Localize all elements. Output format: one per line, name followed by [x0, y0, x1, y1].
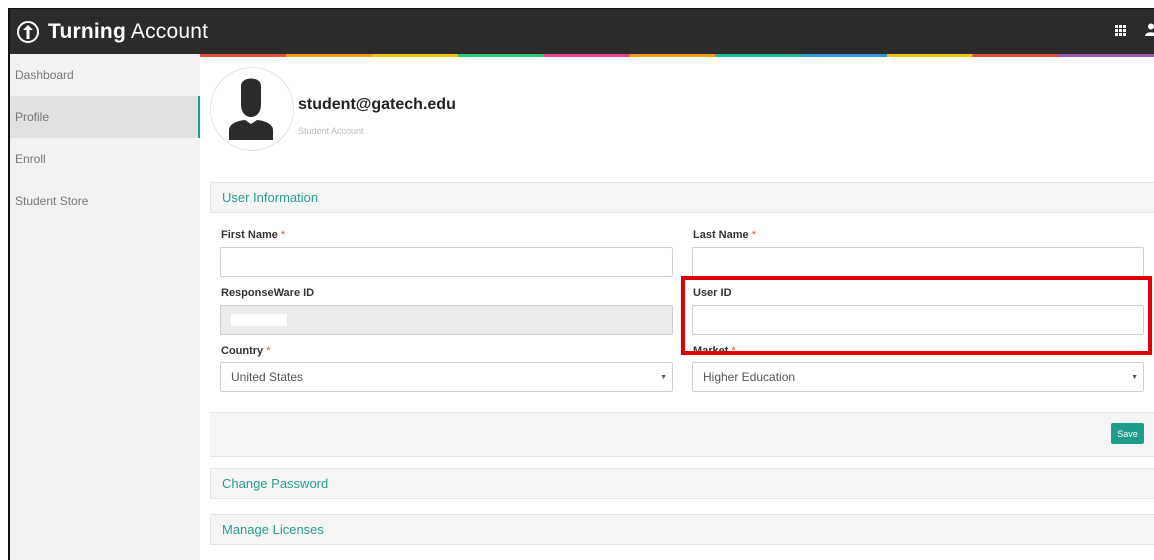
- chevron-down-icon: ▼: [660, 374, 667, 381]
- change-password-header[interactable]: Change Password: [210, 468, 1154, 499]
- section-title: Change Password: [222, 476, 329, 491]
- market-value: Higher Education: [703, 370, 796, 384]
- sidebar-item-label: Student Store: [15, 194, 89, 208]
- section-title: User Information: [222, 190, 319, 205]
- sidebar-item-dashboard[interactable]: Dashboard: [10, 54, 200, 96]
- profile-silhouette-icon: [229, 78, 273, 140]
- first-name-label: First Name *: [221, 229, 286, 241]
- country-select[interactable]: United States ▼: [220, 362, 673, 392]
- market-select[interactable]: Higher Education ▼: [692, 362, 1144, 392]
- section-title: Manage Licenses: [222, 522, 324, 537]
- app-window: Turning Account Dashboard Profile Enroll…: [8, 8, 1154, 560]
- responseware-id-label: ResponseWare ID: [221, 287, 315, 299]
- market-label: Market *: [693, 345, 736, 357]
- main-content: student@gatech.edu Student Account User …: [200, 57, 1154, 560]
- user-id-field[interactable]: [692, 305, 1144, 335]
- profile-email: student@gatech.edu: [298, 96, 456, 113]
- account-type: Student Account: [298, 126, 364, 136]
- chevron-down-icon: ▼: [1131, 374, 1138, 381]
- sidebar-item-enroll[interactable]: Enroll: [10, 138, 200, 180]
- avatar: [210, 67, 294, 151]
- turning-logo-icon[interactable]: [17, 20, 39, 43]
- save-button[interactable]: Save: [1111, 423, 1144, 444]
- last-name-field[interactable]: [692, 247, 1144, 277]
- form-actions: Save: [210, 412, 1154, 457]
- user-id-label: User ID: [693, 287, 732, 299]
- brand-title[interactable]: Turning Account: [48, 20, 208, 44]
- header-icons: [1115, 9, 1154, 54]
- last-name-label: Last Name *: [693, 229, 756, 241]
- sidebar-item-label: Dashboard: [15, 68, 74, 82]
- responseware-id-field: [220, 305, 673, 335]
- manage-licenses-header[interactable]: Manage Licenses: [210, 514, 1154, 545]
- sidebar: Dashboard Profile Enroll Student Store: [10, 54, 200, 560]
- sidebar-item-profile[interactable]: Profile: [10, 96, 200, 138]
- sidebar-item-label: Enroll: [15, 152, 46, 166]
- country-label: Country *: [221, 345, 271, 357]
- sidebar-item-student-store[interactable]: Student Store: [10, 180, 200, 222]
- apps-grid-icon[interactable]: [1115, 23, 1126, 41]
- user-icon[interactable]: [1144, 23, 1154, 41]
- first-name-field[interactable]: [220, 247, 673, 277]
- user-information-header[interactable]: User Information: [210, 182, 1154, 213]
- sidebar-item-label: Profile: [15, 110, 50, 124]
- brand-name-rest: Account: [126, 19, 209, 43]
- country-value: United States: [231, 370, 304, 384]
- top-navbar: Turning Account: [10, 9, 1154, 54]
- redacted-value: [231, 314, 287, 326]
- brand-name-bold: Turning: [48, 19, 126, 43]
